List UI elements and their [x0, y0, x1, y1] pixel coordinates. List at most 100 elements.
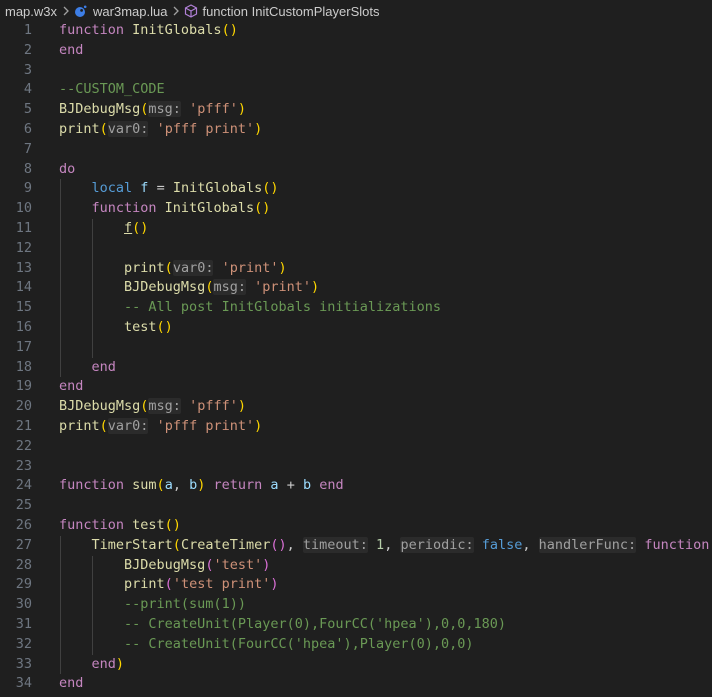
code-token: CreateTimer: [180, 536, 271, 553]
code-text: end: [59, 377, 83, 397]
code-token: =: [148, 180, 173, 197]
code-text: function test(): [59, 516, 181, 536]
code-text: TimerStart(CreateTimer(), timeout: 1, pe…: [59, 536, 712, 556]
code-line[interactable]: 1 function InitGlobals(): [0, 21, 712, 41]
line-number: 2: [23, 41, 32, 58]
code-token: a: [270, 477, 279, 494]
code-token: -- CreateUnit(Player(0),FourCC('hpea'),0…: [124, 615, 507, 632]
code-line[interactable]: 33 end): [0, 655, 712, 675]
code-text: test(): [59, 318, 173, 338]
inlay-hint: var0:: [107, 120, 149, 137]
code-token: (: [156, 477, 165, 494]
code-text: local f = InitGlobals(): [59, 179, 279, 199]
line-number: 7: [23, 140, 32, 157]
inlay-hint: handlerFunc:: [538, 536, 637, 553]
code-line[interactable]: 15 -- All post InitGlobals initializatio…: [0, 298, 712, 318]
code-text: print(var0: 'pfff print'): [59, 417, 262, 437]
code-line[interactable]: 19 end: [0, 377, 712, 397]
breadcrumb-symbol[interactable]: function InitCustomPlayerSlots: [202, 4, 379, 19]
code-text: function InitGlobals(): [59, 199, 271, 219]
code-token: --CUSTOM_CODE: [59, 81, 165, 98]
code-line[interactable]: 8 do: [0, 160, 712, 180]
line-number: 28: [15, 556, 32, 573]
code-line[interactable]: 24 function sum(a, b) return a + b end: [0, 476, 712, 496]
inlay-hint: var0:: [172, 259, 214, 276]
code-line[interactable]: 21 print(var0: 'pfff print'): [0, 417, 712, 437]
code-token: InitGlobals: [132, 22, 222, 38]
line-number: 4: [23, 81, 32, 98]
code-line[interactable]: 5 BJDebugMsg(msg: 'pfff'): [0, 100, 712, 120]
code-token: ): [254, 417, 263, 434]
code-line[interactable]: 23: [0, 457, 712, 477]
code-line[interactable]: 32 -- CreateUnit(FourCC('hpea'),Player(0…: [0, 635, 712, 655]
code-line[interactable]: 22: [0, 437, 712, 457]
code-line[interactable]: 11 f(): [0, 219, 712, 239]
code-line[interactable]: 6 print(var0: 'pfff print'): [0, 120, 712, 140]
code-token: BJDebugMsg: [59, 101, 141, 118]
code-line[interactable]: 34 end: [0, 674, 712, 694]
code-token: (: [164, 576, 173, 593]
code-token: TimerStart: [91, 536, 173, 553]
code-line[interactable]: 29 print('test print'): [0, 575, 712, 595]
code-editor[interactable]: 1 function InitGlobals() 2 end 3 4 --CUSTOM_CO…: [0, 21, 712, 694]
code-token: ,: [172, 477, 190, 494]
line-number: 19: [15, 378, 32, 395]
code-token: 'pfff print': [156, 120, 255, 137]
code-line[interactable]: 27 TimerStart(CreateTimer(), timeout: 1,…: [0, 536, 712, 556]
code-line[interactable]: 17: [0, 338, 712, 358]
code-token: print: [59, 417, 100, 434]
code-line[interactable]: 26 function test(): [0, 516, 712, 536]
chevron-right-icon: [172, 6, 180, 16]
code-line[interactable]: 13 print(var0: 'print'): [0, 259, 712, 279]
line-number: 5: [23, 101, 32, 118]
code-token: 'test': [213, 556, 263, 573]
code-text: end): [59, 655, 125, 675]
code-text: end: [59, 41, 83, 61]
code-token: test: [132, 516, 165, 533]
code-token: do: [59, 160, 76, 177]
code-line[interactable]: 16 test(): [0, 318, 712, 338]
code-line[interactable]: 28 BJDebugMsg('test'): [0, 556, 712, 576]
code-token: (): [270, 536, 287, 553]
code-token: print: [59, 120, 100, 137]
code-line[interactable]: 12: [0, 239, 712, 259]
code-token: f: [124, 219, 133, 236]
chevron-right-icon: [62, 6, 70, 16]
code-token: (: [164, 259, 173, 276]
line-number: 11: [15, 219, 32, 236]
code-token: sum: [132, 477, 157, 494]
code-token: (): [164, 516, 181, 533]
breadcrumb-folder[interactable]: map.w3x: [5, 4, 57, 19]
code-line[interactable]: 30 --print(sum(1)): [0, 595, 712, 615]
code-line[interactable]: 4 --CUSTOM_CODE: [0, 80, 712, 100]
code-line[interactable]: 9 local f = InitGlobals(): [0, 179, 712, 199]
code-line[interactable]: 18 end: [0, 358, 712, 378]
line-number: 16: [15, 318, 32, 335]
code-line[interactable]: 20 BJDebugMsg(msg: 'pfff'): [0, 397, 712, 417]
code-line[interactable]: 14 BJDebugMsg(msg: 'print'): [0, 278, 712, 298]
breadcrumb-file[interactable]: war3map.lua: [93, 4, 167, 19]
code-line[interactable]: 10 function InitGlobals(): [0, 199, 712, 219]
code-line[interactable]: 25: [0, 496, 712, 516]
line-number: 32: [15, 635, 32, 652]
code-line[interactable]: 31 -- CreateUnit(Player(0),FourCC('hpea'…: [0, 615, 712, 635]
code-line[interactable]: 2 end: [0, 41, 712, 61]
line-number: 33: [15, 655, 32, 672]
code-token: function: [59, 477, 133, 494]
code-token: 'pfff': [189, 398, 238, 415]
code-token: ): [262, 556, 271, 573]
line-number: 12: [15, 239, 32, 256]
code-line[interactable]: 3: [0, 61, 712, 81]
line-number: 23: [15, 457, 32, 474]
code-token: (): [132, 219, 149, 236]
indent-guide: [92, 219, 93, 358]
code-token: end: [91, 358, 116, 375]
code-text: BJDebugMsg(msg: 'print'): [59, 278, 319, 298]
code-line[interactable]: 7: [0, 140, 712, 160]
